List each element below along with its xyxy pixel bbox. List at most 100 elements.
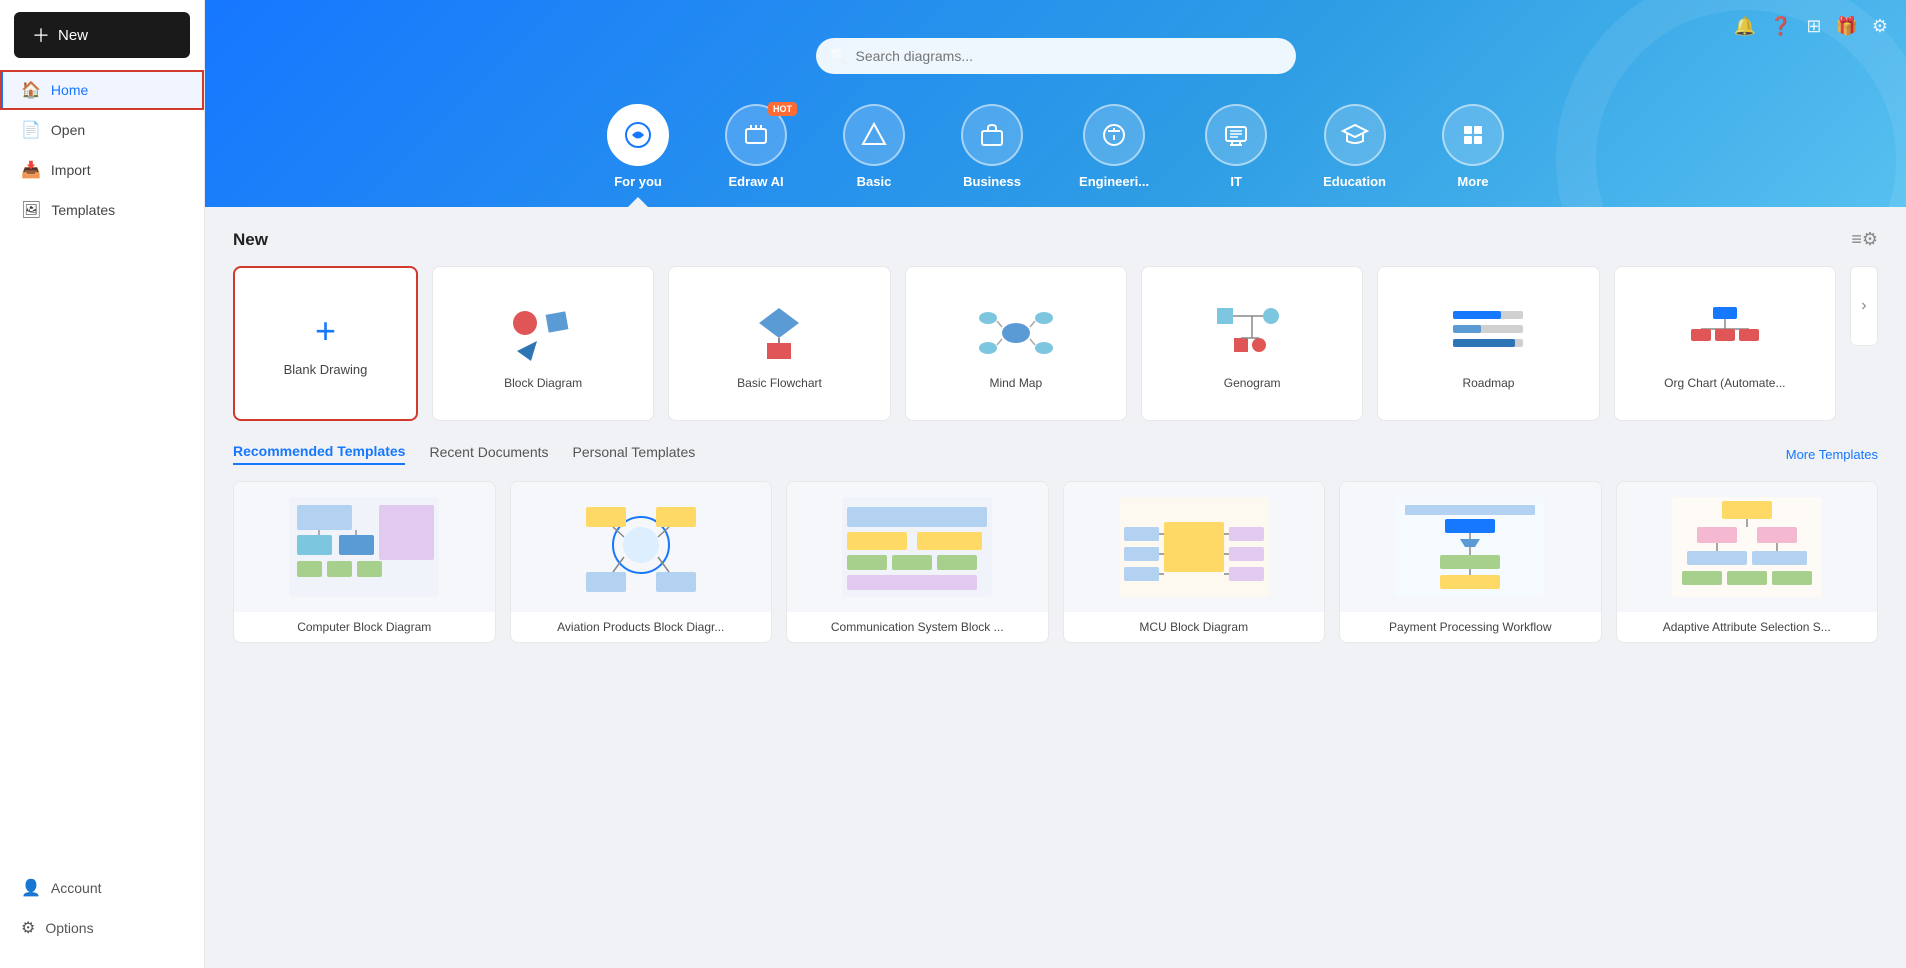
template-thumb-mcu: [1064, 482, 1325, 612]
category-business-circle: [961, 104, 1023, 166]
template-title-aviation: Aviation Products Block Diagr...: [511, 612, 772, 642]
diagram-card-genogram[interactable]: Genogram: [1141, 266, 1363, 421]
template-thumb-adaptive: [1617, 482, 1878, 612]
sidebar-open-label: Open: [51, 122, 85, 138]
diagram-card-roadmap[interactable]: Roadmap: [1377, 266, 1599, 421]
category-it-circle: [1205, 104, 1267, 166]
new-button[interactable]: ＋ New: [14, 12, 190, 58]
category-basic[interactable]: Basic: [815, 104, 933, 207]
category-more[interactable]: More: [1414, 104, 1532, 207]
tab-recent[interactable]: Recent Documents: [429, 444, 548, 464]
diagram-label-roadmap: Roadmap: [1462, 376, 1514, 390]
tab-recommended[interactable]: Recommended Templates: [233, 443, 405, 465]
new-section-header: New ≡⚙: [233, 229, 1878, 250]
template-payment[interactable]: Payment Processing Workflow: [1339, 481, 1602, 643]
category-business[interactable]: Business: [933, 104, 1051, 207]
diagram-label-genogram: Genogram: [1224, 376, 1281, 390]
sidebar: ＋ New 🏠 Home 📄 Open 📥 Import 🖼 Templates…: [0, 0, 205, 968]
main-content: 🔔 ❓ ⊞ 🎁 ⚙ 🔍 For you: [205, 0, 1906, 968]
sidebar-bottom: 👤 Account ⚙ Options: [0, 868, 204, 968]
category-more-label: More: [1457, 174, 1488, 189]
diagram-label-flowchart: Basic Flowchart: [737, 376, 822, 390]
category-more-circle: [1442, 104, 1504, 166]
template-title-mcu: MCU Block Diagram: [1064, 612, 1325, 642]
template-mcu[interactable]: MCU Block Diagram: [1063, 481, 1326, 643]
topbar: 🔔 ❓ ⊞ 🎁 ⚙: [205, 0, 1906, 52]
template-title-adaptive: Adaptive Attribute Selection S...: [1617, 612, 1878, 642]
new-button-label: New: [58, 27, 88, 44]
more-templates-link[interactable]: More Templates: [1786, 447, 1878, 462]
diagrams-row: + Blank Drawing Block Diagram: [233, 266, 1878, 421]
diagram-thumb-genogram: [1212, 298, 1292, 368]
sidebar-templates-label: Templates: [51, 202, 115, 218]
category-edraw-ai-label: Edraw AI: [728, 174, 783, 189]
home-icon: 🏠: [21, 80, 41, 100]
template-thumb-communication: [787, 482, 1048, 612]
options-icon: ⚙: [21, 918, 35, 938]
template-communication[interactable]: Communication System Block ...: [786, 481, 1049, 643]
plus-icon: ＋: [32, 22, 50, 48]
account-icon: 👤: [21, 878, 41, 898]
template-adaptive[interactable]: Adaptive Attribute Selection S...: [1616, 481, 1879, 643]
sidebar-nav: 🏠 Home 📄 Open 📥 Import 🖼 Templates: [0, 70, 204, 868]
category-for-you-circle: [607, 104, 669, 166]
open-icon: 📄: [21, 120, 41, 140]
hot-badge: HOT: [768, 102, 797, 116]
notification-icon[interactable]: 🔔: [1734, 16, 1756, 37]
sidebar-item-templates[interactable]: 🖼 Templates: [0, 190, 204, 230]
diagram-card-flowchart[interactable]: Basic Flowchart: [668, 266, 890, 421]
category-engineering[interactable]: Engineeri...: [1051, 104, 1177, 207]
sidebar-item-home[interactable]: 🏠 Home: [0, 70, 204, 110]
blank-drawing-label: Blank Drawing: [284, 362, 368, 377]
category-it-label: IT: [1230, 174, 1242, 189]
category-engineering-label: Engineeri...: [1079, 174, 1149, 189]
blank-plus-icon: +: [315, 310, 336, 352]
category-edraw-ai[interactable]: HOT Edraw AI: [697, 104, 815, 207]
diagram-thumb-orgchart: [1685, 298, 1765, 368]
templates-icon: 🖼: [21, 200, 41, 220]
template-aviation[interactable]: Aviation Products Block Diagr...: [510, 481, 773, 643]
category-it[interactable]: IT: [1177, 104, 1295, 207]
category-education-label: Education: [1323, 174, 1386, 189]
sidebar-item-options[interactable]: ⚙ Options: [0, 908, 204, 948]
category-education-circle: [1324, 104, 1386, 166]
category-education[interactable]: Education: [1295, 104, 1414, 207]
diagram-card-block[interactable]: Block Diagram: [432, 266, 654, 421]
grid-icon[interactable]: ⊞: [1806, 16, 1821, 37]
diagram-next-button[interactable]: ›: [1850, 266, 1878, 346]
diagram-thumb-roadmap: [1448, 298, 1528, 368]
blank-drawing-card[interactable]: + Blank Drawing: [233, 266, 418, 421]
template-title-communication: Communication System Block ...: [787, 612, 1048, 642]
import-icon: 📥: [21, 160, 41, 180]
diagram-thumb-flowchart: [739, 298, 819, 368]
sidebar-item-open[interactable]: 📄 Open: [0, 110, 204, 150]
section-settings-icon[interactable]: ≡⚙: [1851, 229, 1878, 250]
sidebar-home-label: Home: [51, 82, 88, 98]
template-title-payment: Payment Processing Workflow: [1340, 612, 1601, 642]
tab-personal[interactable]: Personal Templates: [573, 444, 696, 464]
diagram-label-orgchart: Org Chart (Automate...: [1664, 376, 1785, 390]
new-section-title: New: [233, 230, 268, 250]
category-for-you[interactable]: For you: [579, 104, 697, 207]
sidebar-item-account[interactable]: 👤 Account: [0, 868, 204, 908]
sidebar-item-import[interactable]: 📥 Import: [0, 150, 204, 190]
help-icon[interactable]: ❓: [1770, 16, 1792, 37]
gift-icon[interactable]: 🎁: [1835, 16, 1857, 37]
template-thumb-computer-block: [234, 482, 495, 612]
tabs-row: Recommended Templates Recent Documents P…: [233, 443, 1878, 465]
category-for-you-label: For you: [614, 174, 662, 189]
diagram-card-orgchart[interactable]: Org Chart (Automate...: [1614, 266, 1836, 421]
sidebar-import-label: Import: [51, 162, 91, 178]
template-thumb-aviation: [511, 482, 772, 612]
diagram-thumb-mindmap: [976, 298, 1056, 368]
template-computer-block[interactable]: Computer Block Diagram: [233, 481, 496, 643]
diagram-label-mindmap: Mind Map: [989, 376, 1042, 390]
category-basic-label: Basic: [857, 174, 892, 189]
diagram-label-block: Block Diagram: [504, 376, 582, 390]
sidebar-account-label: Account: [51, 880, 102, 896]
category-engineering-circle: [1083, 104, 1145, 166]
diagram-card-mindmap[interactable]: Mind Map: [905, 266, 1127, 421]
template-thumb-payment: [1340, 482, 1601, 612]
settings-icon[interactable]: ⚙: [1872, 16, 1888, 37]
category-basic-circle: [843, 104, 905, 166]
